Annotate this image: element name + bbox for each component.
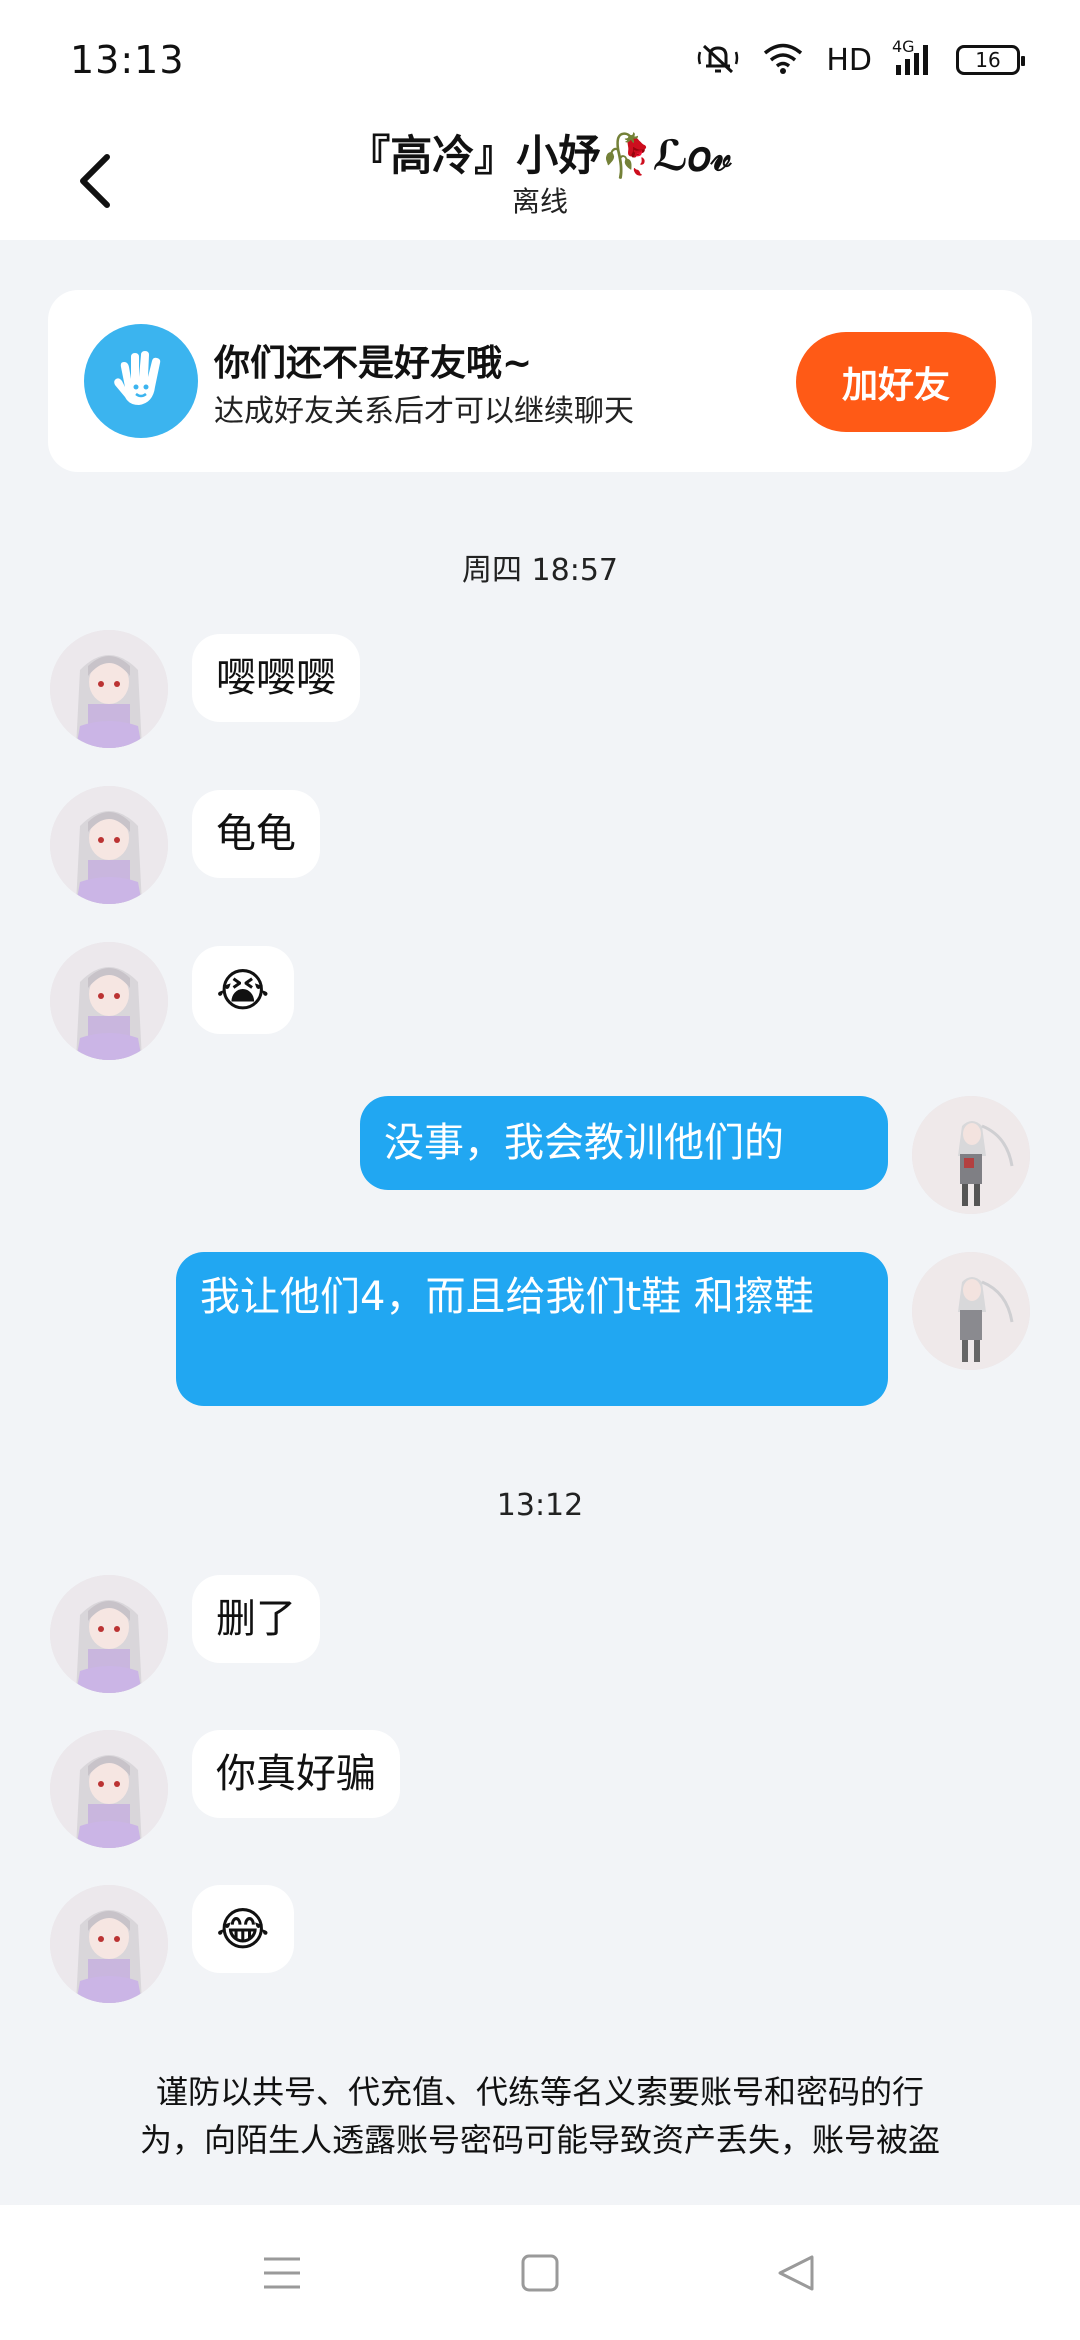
security-warning: 谨防以共号、代充值、代练等名义索要账号和密码的行 为，向陌生人透露账号密码可能导… [90, 2068, 990, 2164]
home-square-icon [518, 2251, 562, 2299]
warning-line: 为，向陌生人透露账号密码可能导致资产丢失，账号被盗 [139, 2121, 940, 2159]
status-icons: HD 4G 16 [696, 37, 1025, 80]
battery-icon: 16 [956, 45, 1025, 75]
system-nav-bar [0, 2205, 1080, 2340]
wifi-icon [762, 41, 804, 79]
contact-avatar[interactable] [50, 630, 168, 748]
banner-title: 你们还不是好友哦~ [214, 343, 533, 384]
contact-avatar[interactable] [50, 1730, 168, 1848]
back-button[interactable] [60, 138, 130, 228]
add-friend-button[interactable]: 加好友 [796, 332, 996, 432]
banner-subtitle: 达成好友关系后才可以继续聊天 [214, 394, 634, 429]
chat-screen: 13:13 HD 4G 16 『高冷』小妤🥀ℒ𝑜𝓋 离线 你们还不是好友哦~ 达… [0, 0, 1080, 2340]
mute-bell-icon [696, 40, 740, 80]
message-bubble[interactable]: 嘤嘤嘤 [192, 634, 360, 722]
my-avatar[interactable] [912, 1096, 1030, 1214]
message-bubble[interactable]: 😂 [192, 1885, 294, 1973]
system-back-button[interactable] [766, 2245, 826, 2305]
timestamp-divider: 13:12 [496, 1488, 584, 1523]
contact-avatar[interactable] [50, 1575, 168, 1693]
home-button[interactable] [510, 2245, 570, 2305]
contact-avatar[interactable] [50, 942, 168, 1060]
not-friends-banner: 你们还不是好友哦~ 达成好友关系后才可以继续聊天 加好友 [48, 290, 1032, 472]
my-avatar[interactable] [912, 1252, 1030, 1370]
contact-name: 『高冷』小妤🥀ℒ𝑜𝓋 [348, 131, 732, 180]
network-4g-label: 4G [892, 37, 915, 56]
menu-icon [260, 2253, 304, 2297]
hd-label: HD [826, 42, 872, 78]
message-bubble[interactable]: 我让他们4，而且给我们t鞋 和擦鞋 [176, 1252, 888, 1406]
contact-title[interactable]: 『高冷』小妤🥀ℒ𝑜𝓋 离线 [200, 128, 880, 220]
battery-level: 16 [975, 48, 1001, 72]
chevron-left-icon [75, 151, 115, 215]
warning-line: 谨防以共号、代充值、代练等名义索要账号和密码的行 [155, 2073, 924, 2111]
status-bar: 13:13 HD 4G 16 [0, 0, 1080, 120]
message-bubble[interactable]: 😭 [192, 946, 294, 1034]
menu-button[interactable] [252, 2245, 312, 2305]
contact-avatar[interactable] [50, 786, 168, 904]
contact-status: 离线 [511, 185, 568, 218]
contact-avatar[interactable] [50, 1885, 168, 2003]
signal-icon: 4G [892, 37, 934, 77]
chat-header: 『高冷』小妤🥀ℒ𝑜𝓋 离线 [0, 120, 1080, 240]
status-time: 13:13 [70, 38, 185, 82]
message-bubble[interactable]: 你真好骗 [192, 1730, 400, 1818]
back-triangle-icon [774, 2251, 818, 2299]
message-bubble[interactable]: 删了 [192, 1575, 320, 1663]
message-bubble[interactable]: 龟龟 [192, 790, 320, 878]
message-bubble[interactable]: 没事，我会教训他们的 [360, 1096, 888, 1190]
timestamp-divider: 周四 18:57 [462, 553, 618, 588]
hand-wave-icon [84, 324, 198, 438]
